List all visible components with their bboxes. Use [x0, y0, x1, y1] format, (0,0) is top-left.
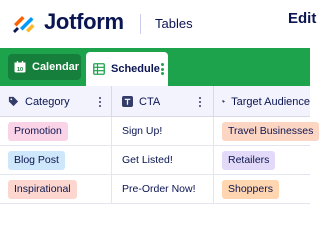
column-header-label: CTA [139, 95, 161, 108]
cell-cta[interactable]: Sign Up! [112, 117, 214, 146]
cell-category[interactable]: Blog Post [0, 146, 112, 175]
table-header: Category CTA Target Audience [0, 86, 310, 117]
tab-schedule-label: Schedule [111, 63, 160, 75]
svg-text:10: 10 [17, 67, 23, 73]
table-row[interactable]: Promotion Sign Up! Travel Businesses [0, 117, 320, 146]
cell-category[interactable]: Inspirational [0, 175, 112, 204]
header-divider [140, 14, 141, 34]
column-header-label: Target Audience [231, 95, 310, 108]
cell-target-audience[interactable]: Travel Businesses [214, 117, 320, 146]
table-row[interactable]: Inspirational Pre-Order Now! Shoppers [0, 175, 310, 204]
column-header-label: Category [25, 95, 70, 108]
tab-calendar[interactable]: 10 Calendar [8, 54, 81, 80]
text-icon [122, 96, 133, 107]
audience-pill: Shoppers [222, 180, 279, 199]
cell-target-audience[interactable]: Retailers [214, 146, 310, 175]
cell-cta[interactable]: Pre-Order Now! [112, 175, 214, 204]
column-header-target-audience[interactable]: Target Audience [214, 86, 310, 117]
column-menu-icon[interactable] [99, 97, 102, 108]
audience-pill: Travel Businesses [222, 122, 320, 141]
tag-icon [222, 100, 225, 103]
category-pill: Inspirational [8, 180, 77, 199]
product-name: Tables [155, 16, 193, 31]
cell-cta[interactable]: Get Listed! [112, 146, 214, 175]
cell-category[interactable]: Promotion [0, 117, 112, 146]
logo-wordmark[interactable]: Jotform [44, 8, 124, 36]
table-row[interactable]: Blog Post Get Listed! Retailers [0, 146, 310, 175]
tab-schedule[interactable]: Schedule [86, 52, 168, 86]
category-pill: Blog Post [8, 151, 65, 170]
tab-more-icon[interactable] [161, 63, 164, 75]
tag-icon [8, 96, 19, 107]
cta-text: Get Listed! [122, 154, 173, 166]
jotform-logo-icon[interactable] [11, 9, 37, 35]
cell-target-audience[interactable]: Shoppers [214, 175, 310, 204]
calendar-icon: 10 [14, 61, 26, 73]
cta-text: Sign Up! [122, 125, 163, 137]
audience-pill: Retailers [222, 151, 276, 170]
tab-bar: 10 Calendar Schedule [0, 48, 310, 86]
cta-text: Pre-Order Now! [122, 183, 196, 195]
tab-calendar-label: Calendar [32, 61, 80, 73]
grid-icon [93, 63, 105, 75]
column-menu-icon[interactable] [199, 97, 202, 108]
edit-button[interactable]: Edit [288, 10, 316, 28]
column-header-category[interactable]: Category [0, 86, 112, 117]
category-pill: Promotion [8, 122, 68, 141]
app-header: Jotform Tables Edit [0, 0, 316, 48]
column-header-cta[interactable]: CTA [112, 86, 214, 117]
